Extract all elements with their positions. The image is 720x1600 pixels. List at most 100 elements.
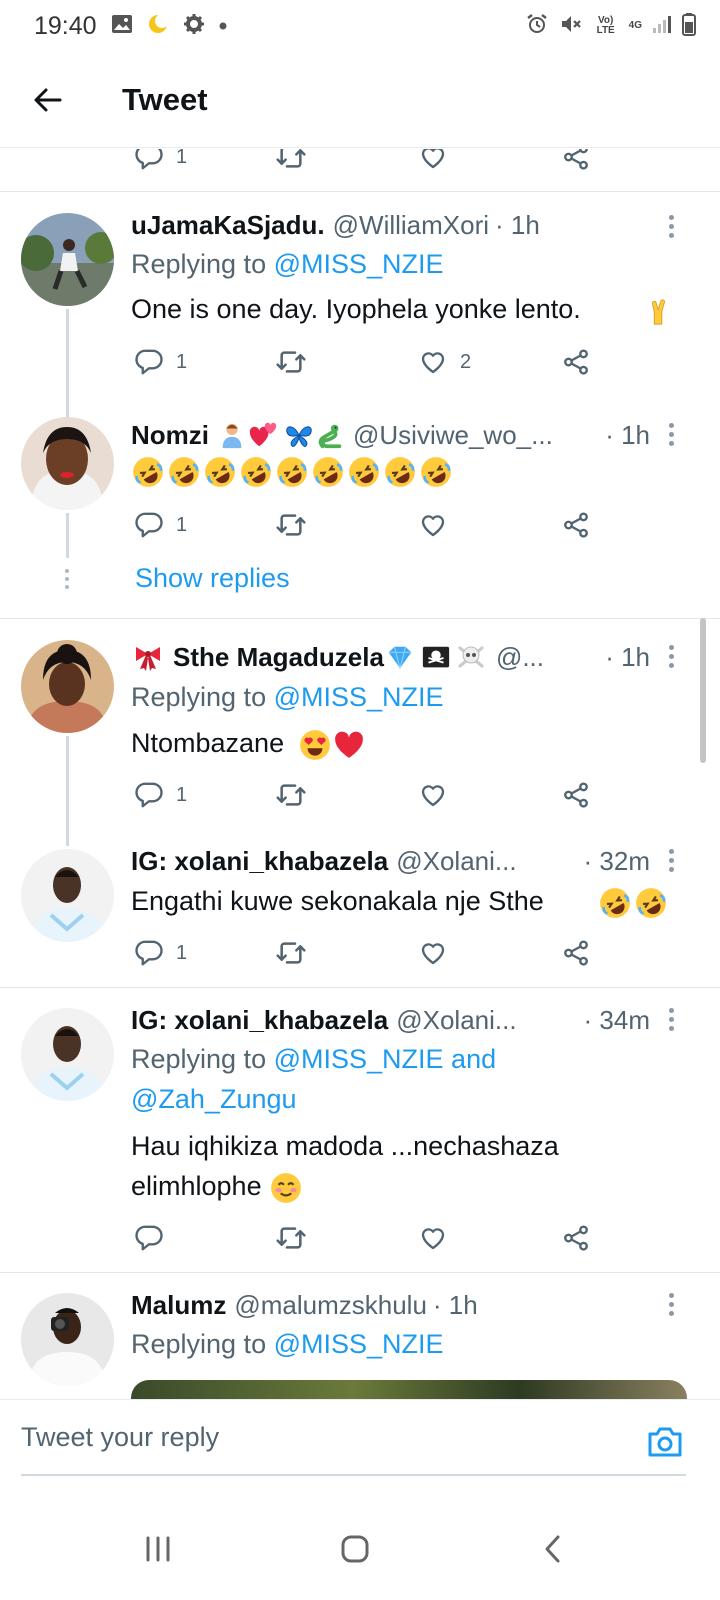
mention-link[interactable]: @Zah_Zungu — [131, 1084, 297, 1114]
more-options-icon[interactable] — [660, 639, 682, 673]
rofl-emoji-icon — [634, 886, 668, 920]
reply-button[interactable]: 1 — [134, 149, 187, 177]
replying-to: Replying to @MISS_NZIE — [131, 682, 444, 713]
tweet-time: · 34m — [583, 1004, 650, 1035]
avatar[interactable] — [21, 849, 114, 942]
divider — [0, 618, 720, 619]
share-button[interactable] — [561, 933, 591, 973]
more-options-icon[interactable] — [660, 843, 682, 877]
like-button[interactable]: 2 — [418, 342, 471, 382]
retweet-button[interactable] — [275, 505, 307, 545]
user-handle[interactable]: @WilliamXori — [333, 210, 489, 241]
hearts-emoji-icon — [247, 420, 279, 450]
camera-button[interactable] — [645, 1422, 685, 1462]
display-name[interactable]: uJamaKaSjadu. — [131, 210, 325, 241]
reply-button[interactable]: 1 — [134, 775, 187, 815]
display-name[interactable]: Nomzi — [131, 420, 209, 451]
retweet-icon — [275, 149, 307, 173]
user-handle[interactable]: @Usiviwe_wo_... — [353, 420, 553, 451]
share-button[interactable] — [561, 342, 591, 382]
display-name[interactable]: IG: xolani_khabazela — [131, 846, 388, 877]
recent-apps-button[interactable] — [133, 1524, 183, 1574]
retweet-button[interactable] — [275, 342, 307, 382]
battery-icon — [682, 12, 696, 41]
mention-link[interactable]: @MISS_NZIE and — [274, 1044, 497, 1074]
back-button[interactable] — [18, 70, 78, 130]
retweet-button[interactable] — [275, 1218, 307, 1258]
rofl-emoji-icon — [275, 455, 309, 489]
retweet-button[interactable] — [275, 933, 307, 973]
like-button[interactable] — [418, 933, 448, 973]
mention-link[interactable]: @MISS_NZIE — [274, 249, 444, 279]
more-options-icon[interactable] — [660, 1002, 682, 1036]
reply-input[interactable]: Tweet your reply — [21, 1400, 686, 1476]
reply-button[interactable]: 1 — [134, 505, 187, 545]
mention-link[interactable]: @MISS_NZIE — [274, 682, 444, 712]
app-header: Tweet — [0, 52, 720, 148]
tweet-time: · 1h — [605, 641, 650, 672]
tweet-header: Sthe Magaduzela @... · 1h — [131, 639, 650, 675]
reply-icon — [134, 149, 164, 172]
share-icon — [561, 347, 591, 377]
system-back-button[interactable] — [528, 1524, 578, 1574]
replying-prefix: Replying to — [131, 249, 267, 279]
volte-label: Vo) LTE — [596, 15, 615, 36]
replying-to: Replying to @MISS_NZIE — [131, 249, 444, 280]
snake-emoji-icon — [315, 420, 345, 450]
more-options-icon[interactable] — [660, 209, 682, 243]
like-button[interactable] — [418, 505, 448, 545]
reply-button[interactable] — [134, 1218, 164, 1258]
share-button[interactable] — [561, 505, 591, 545]
tweet-media[interactable] — [131, 1380, 687, 1399]
avatar[interactable] — [21, 213, 114, 306]
rofl-emoji-icon — [239, 455, 273, 489]
reply-count: 1 — [176, 941, 188, 964]
reply-icon — [134, 347, 164, 377]
tweet-body-line: elimhlophe — [131, 1171, 262, 1201]
butterfly-emoji-icon — [283, 420, 315, 450]
display-name[interactable]: Sthe Magaduzela — [173, 642, 384, 673]
reply-button[interactable]: 1 — [134, 342, 187, 382]
scrollbar[interactable] — [700, 618, 706, 763]
share-icon — [561, 149, 591, 172]
retweet-button[interactable] — [275, 149, 307, 177]
home-button[interactable] — [330, 1524, 380, 1574]
avatar[interactable] — [21, 1008, 114, 1101]
tweet-actions: 1 2 — [0, 342, 720, 382]
reply-button[interactable]: 1 — [134, 933, 187, 973]
more-options-icon[interactable] — [660, 417, 682, 451]
tweet-actions — [0, 1218, 720, 1258]
share-button[interactable] — [561, 1218, 591, 1258]
alarm-icon — [525, 12, 549, 41]
rofl-emoji-icon — [347, 455, 381, 489]
avatar[interactable] — [21, 1293, 114, 1386]
user-handle[interactable]: @Xolani... — [396, 846, 516, 877]
like-button[interactable] — [418, 149, 448, 177]
like-button[interactable] — [418, 1218, 448, 1258]
tweet-text: One is one day. Iyophela yonke lento. — [131, 289, 691, 329]
like-button[interactable] — [418, 775, 448, 815]
rofl-emoji-icon — [203, 455, 237, 489]
avatar[interactable] — [21, 417, 114, 510]
display-name[interactable]: IG: xolani_khabazela — [131, 1005, 388, 1036]
rofl-emoji-icon — [598, 886, 632, 920]
heart-icon — [418, 149, 448, 172]
user-handle[interactable]: @malumzskhulu — [234, 1290, 427, 1321]
reply-count: 1 — [176, 149, 188, 168]
user-handle[interactable]: @... — [496, 642, 544, 673]
share-button[interactable] — [561, 149, 591, 177]
mention-link[interactable]: @MISS_NZIE — [274, 1329, 444, 1359]
replying-to-continued: @Zah_Zungu — [131, 1084, 297, 1115]
avatar[interactable] — [21, 640, 114, 733]
share-button[interactable] — [561, 775, 591, 815]
user-handle[interactable]: @Xolani... — [396, 1005, 516, 1036]
back-arrow-icon — [34, 88, 62, 111]
replying-prefix: Replying to — [131, 682, 267, 712]
tweet-header: IG: xolani_khabazela @Xolani... · 34m — [131, 1002, 650, 1038]
display-name[interactable]: Malumz — [131, 1290, 226, 1321]
more-options-icon[interactable] — [660, 1287, 682, 1321]
retweet-button[interactable] — [275, 775, 307, 815]
show-replies-link[interactable]: Show replies — [135, 563, 290, 594]
tweet-feed[interactable]: 1 uJamaKaSjadu. @WilliamXori · 1h Replyi… — [0, 149, 720, 1399]
status-time: 19:40 — [34, 11, 97, 40]
